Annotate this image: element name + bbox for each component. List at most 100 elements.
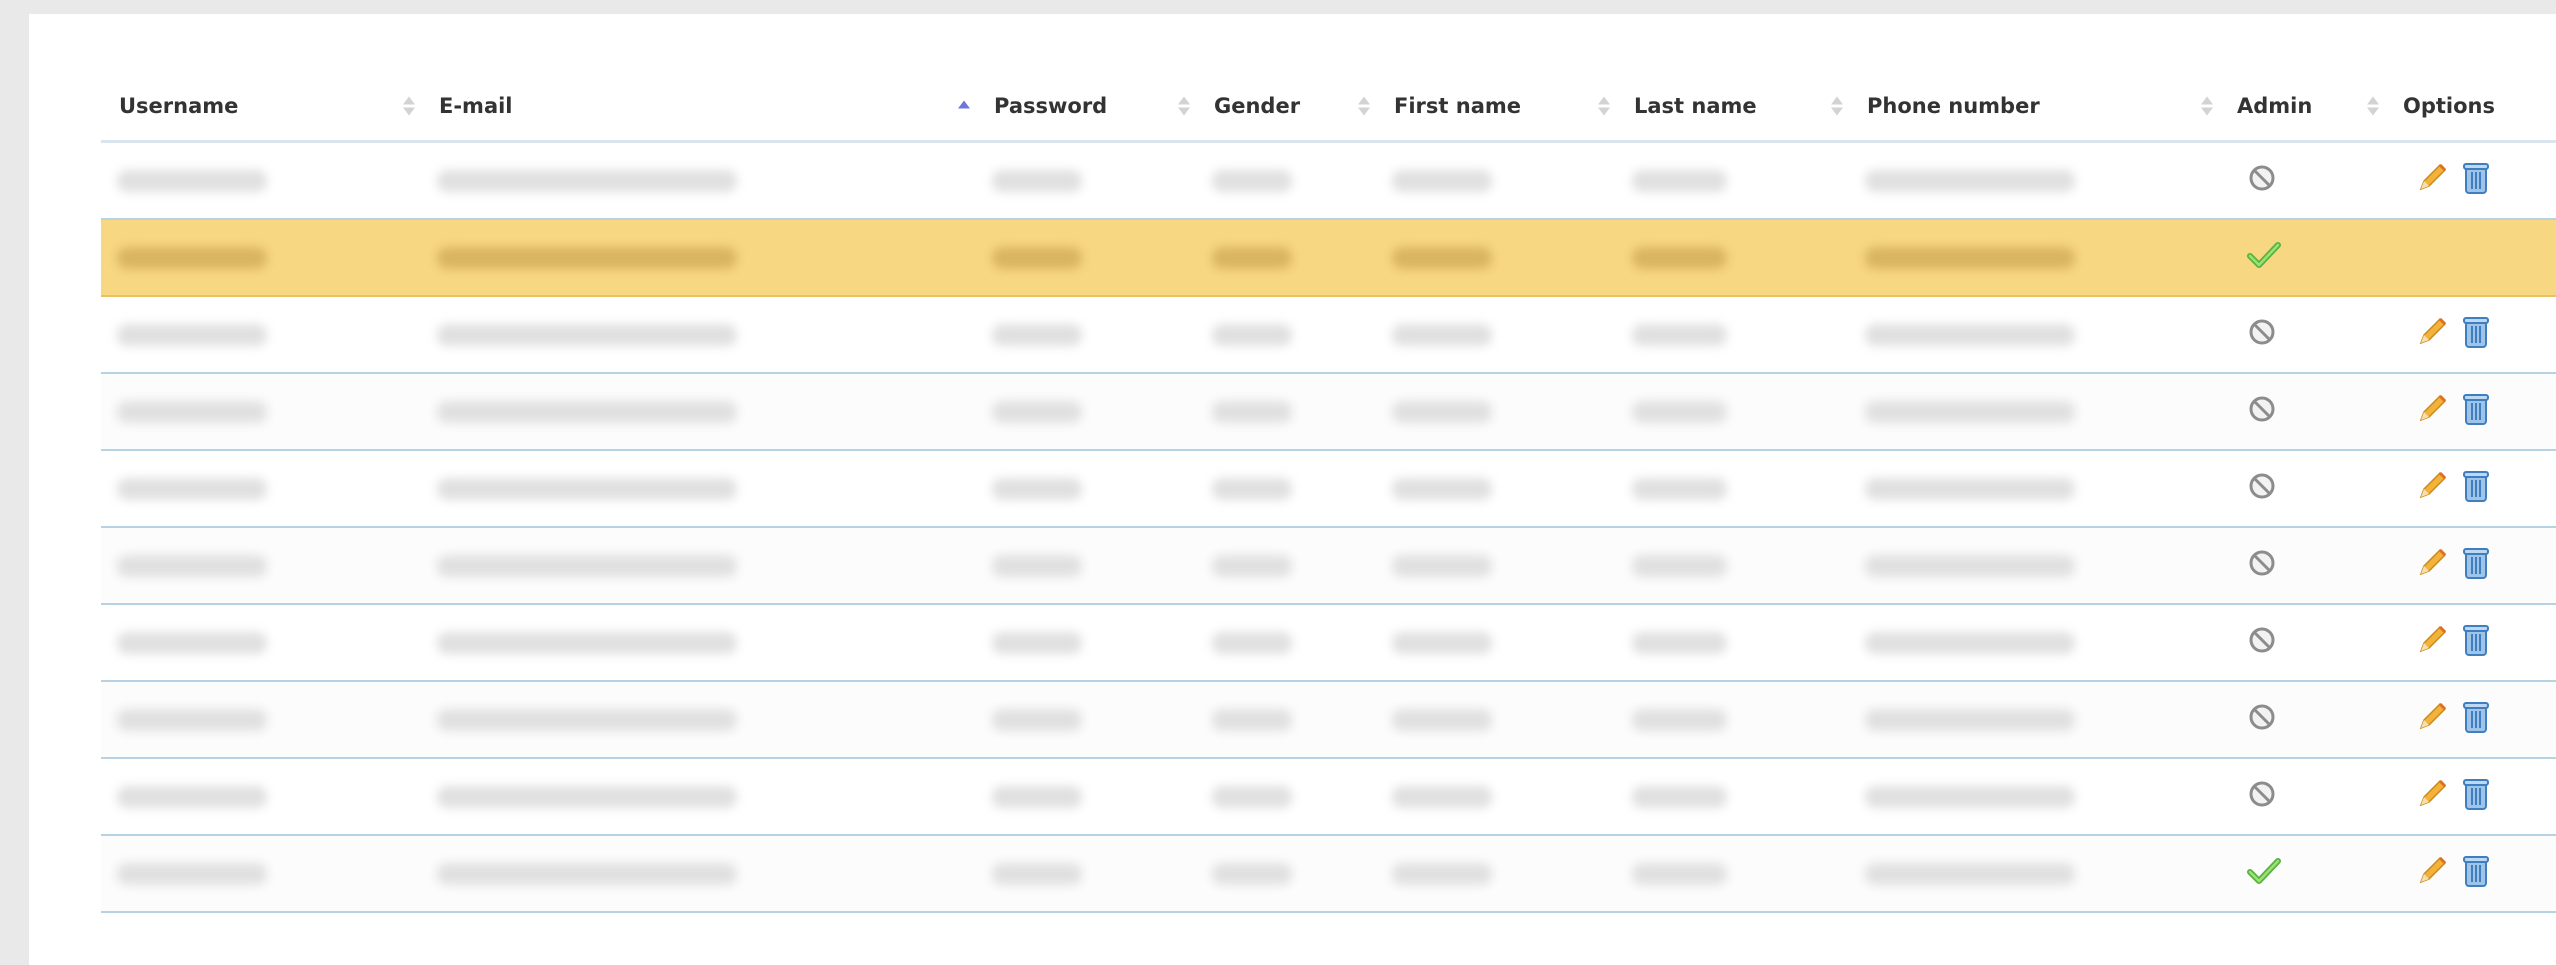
column-header-username[interactable]: Username [101,72,421,143]
pencil-icon[interactable] [2415,623,2449,662]
redacted-value [1212,400,1292,423]
table-row[interactable] [101,604,2556,682]
column-header-email[interactable]: E-mail [421,72,976,143]
cell-first-name [1376,296,1616,374]
cell-username [101,681,421,759]
redacted-value [1865,246,2075,269]
cell-phone [1849,296,2219,374]
cell-admin [2219,758,2385,836]
table-row[interactable] [101,296,2556,374]
cell-email [421,527,976,605]
trash-icon[interactable] [2463,315,2489,354]
sort-icon[interactable] [1358,96,1370,116]
redacted-value [1632,785,1727,808]
pencil-icon[interactable] [2415,469,2449,508]
table-row[interactable] [101,218,2556,297]
table-row[interactable] [101,141,2556,220]
sort-icon[interactable] [1598,96,1610,116]
cell-password [976,141,1196,220]
trash-icon[interactable] [2463,700,2489,739]
cell-first-name [1376,373,1616,451]
no-entry-icon [2247,317,2277,347]
row-actions [2415,546,2556,585]
cell-last-name [1616,450,1849,528]
table-row[interactable] [101,835,2556,913]
redacted-value [1392,169,1492,192]
pencil-icon[interactable] [2415,161,2449,200]
cell-phone [1849,218,2219,297]
cell-password [976,218,1196,297]
trash-icon[interactable] [2463,161,2489,200]
redacted-value [437,477,737,500]
row-actions [2415,777,2556,816]
cell-admin [2219,450,2385,528]
sort-icon[interactable] [403,96,415,116]
cell-phone [1849,604,2219,682]
redacted-value [992,631,1082,654]
pencil-icon[interactable] [2415,546,2449,585]
column-header-gender[interactable]: Gender [1196,72,1376,143]
cell-gender [1196,450,1376,528]
redacted-value [1212,785,1292,808]
cell-options [2385,604,2556,682]
cell-gender [1196,373,1376,451]
redacted-value [117,862,267,885]
pencil-icon[interactable] [2415,854,2449,893]
sort-icon[interactable] [1831,96,1843,116]
pencil-icon[interactable] [2415,700,2449,739]
cell-email [421,835,976,913]
trash-icon[interactable] [2463,546,2489,585]
no-entry-icon [2247,625,2277,655]
trash-icon[interactable] [2463,623,2489,662]
column-header-options[interactable]: Options [2385,72,2556,143]
table-row[interactable] [101,373,2556,451]
cell-first-name [1376,758,1616,836]
sort-icon[interactable] [2367,96,2379,116]
redacted-value [1392,708,1492,731]
sort-icon[interactable] [2201,96,2213,116]
column-header-password[interactable]: Password [976,72,1196,143]
no-entry-icon [2247,394,2277,424]
table-row[interactable] [101,758,2556,836]
trash-icon[interactable] [2463,469,2489,508]
table-row[interactable] [101,681,2556,759]
cell-last-name [1616,373,1849,451]
cell-phone [1849,835,2219,913]
trash-icon[interactable] [2463,392,2489,431]
column-header-first-name[interactable]: First name [1376,72,1616,143]
redacted-value [1212,169,1292,192]
trash-icon[interactable] [2463,854,2489,893]
table-row[interactable] [101,450,2556,528]
column-header-label: Options [2403,94,2495,118]
column-header-admin[interactable]: Admin [2219,72,2385,143]
redacted-value [437,862,737,885]
cell-gender [1196,758,1376,836]
row-actions [2415,392,2556,431]
cell-first-name [1376,604,1616,682]
redacted-value [1865,477,2075,500]
column-header-last-name[interactable]: Last name [1616,72,1849,143]
pencil-icon[interactable] [2415,315,2449,354]
redacted-value [117,246,267,269]
column-header-phone[interactable]: Phone number [1849,72,2219,143]
checkmark-icon [2247,240,2281,270]
redacted-value [437,323,737,346]
cell-password [976,296,1196,374]
sort-icon[interactable] [1178,96,1190,116]
redacted-value [1865,785,2075,808]
sort-ascending-icon[interactable] [958,100,970,112]
cell-gender [1196,681,1376,759]
column-header-label: Last name [1634,94,1757,118]
trash-icon[interactable] [2463,777,2489,816]
cell-admin [2219,141,2385,220]
redacted-value [992,477,1082,500]
pencil-icon[interactable] [2415,777,2449,816]
cell-password [976,681,1196,759]
table-row[interactable] [101,527,2556,605]
pencil-icon[interactable] [2415,392,2449,431]
redacted-value [437,400,737,423]
redacted-value [437,708,737,731]
redacted-value [437,246,737,269]
cell-email [421,296,976,374]
cell-admin [2219,604,2385,682]
